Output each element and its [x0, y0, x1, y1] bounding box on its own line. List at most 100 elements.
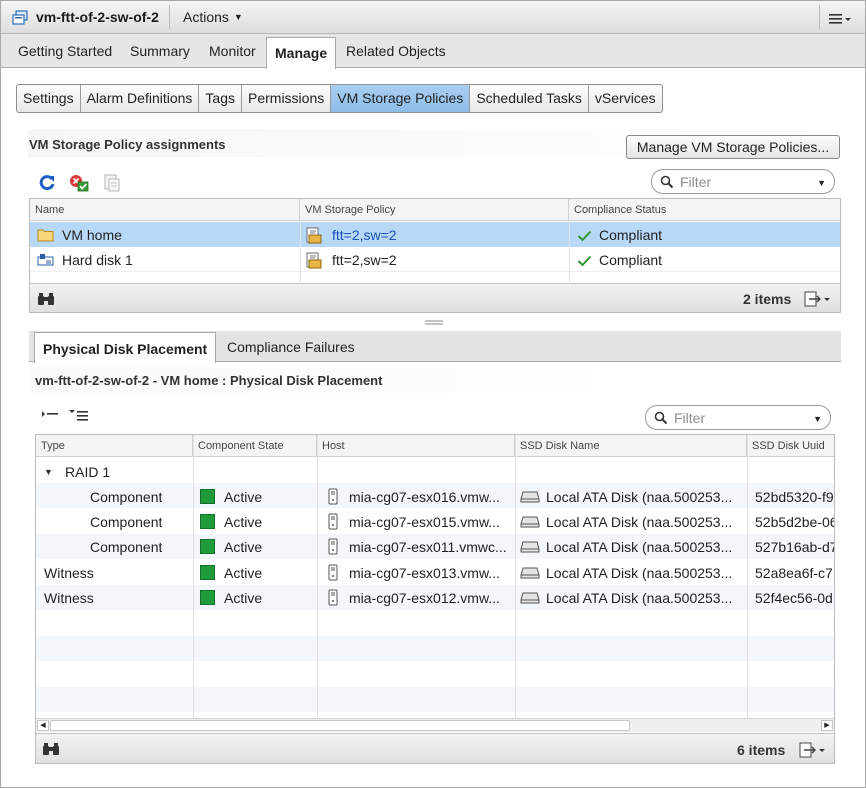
chevron-down-icon[interactable]: ▼: [817, 178, 826, 188]
collapse-all-icon[interactable]: [68, 408, 90, 423]
column-header-compliance[interactable]: Compliance Status: [569, 199, 840, 221]
assignments-filter[interactable]: Filter ▼: [651, 169, 835, 194]
pane-resize-handle[interactable]: [425, 320, 443, 326]
table-row[interactable]: Witness Active mia-cg07-esx013.vmw... Lo…: [36, 560, 834, 585]
row-type: Component: [90, 539, 163, 555]
host-server-icon: [328, 589, 338, 606]
tab-manage[interactable]: Manage: [266, 37, 337, 69]
export-icon[interactable]: [803, 291, 833, 307]
filter-placeholder: Filter: [680, 174, 712, 190]
table-row[interactable]: ▼ RAID 1: [36, 459, 834, 484]
table-footer: 2 items: [30, 283, 840, 312]
row-stripe: [36, 636, 834, 661]
title-separator: [169, 5, 170, 29]
host-server-icon: [328, 488, 338, 505]
row-ssd-name: Local ATA Disk (naa.500253...: [546, 489, 733, 505]
row-type: Witness: [44, 590, 94, 606]
table-row[interactable]: Component Active mia-cg07-esx015.vmw... …: [36, 509, 835, 534]
subtab-vservices[interactable]: vServices: [587, 85, 662, 112]
checkmark-icon: [577, 230, 592, 242]
host-server-icon: [328, 538, 338, 555]
tab-monitor[interactable]: Monitor: [209, 43, 256, 59]
column-header-ssd-disk-name[interactable]: SSD Disk Name: [515, 435, 747, 457]
row-ssd-name: Local ATA Disk (naa.500253...: [546, 590, 733, 606]
row-host: mia-cg07-esx011.vmwc...: [349, 539, 507, 555]
tab-summary[interactable]: Summary: [130, 43, 190, 59]
row-ssd-uuid: 527b16ab-d7: [755, 539, 835, 555]
subtab-permissions[interactable]: Permissions: [241, 85, 330, 112]
tab-related-objects[interactable]: Related Objects: [346, 43, 446, 59]
actions-label: Actions: [183, 9, 229, 25]
active-status-icon: [200, 489, 215, 504]
subtab-alarm-definitions[interactable]: Alarm Definitions: [79, 85, 199, 112]
disk-icon: [520, 516, 540, 528]
subtab-vm-storage-policies[interactable]: VM Storage Policies: [330, 85, 470, 112]
scroll-right-icon[interactable]: ▶: [821, 720, 833, 731]
table-row[interactable]: VM home ftt=2,sw=2 Compliant: [30, 222, 840, 247]
tab-physical-disk-placement[interactable]: Physical Disk Placement: [34, 332, 217, 363]
table-row[interactable]: Witness Active mia-cg07-esx012.vmw... Lo…: [36, 585, 834, 610]
row-state: Active: [224, 489, 263, 505]
column-header-host[interactable]: Host: [317, 435, 515, 457]
horizontal-scrollbar[interactable]: ◀ ▶: [36, 718, 834, 732]
subtab-scheduled-tasks[interactable]: Scheduled Tasks: [469, 85, 588, 112]
binoculars-icon[interactable]: [42, 742, 60, 756]
assignments-table: Name VM Storage Policy Compliance Status…: [29, 198, 841, 313]
expand-all-icon[interactable]: [41, 409, 59, 421]
scroll-left-icon[interactable]: ◀: [37, 720, 49, 731]
row-policy[interactable]: ftt=2,sw=2: [332, 247, 397, 268]
list-menu-icon[interactable]: [827, 9, 855, 27]
checkmark-icon: [577, 255, 592, 267]
assignments-title: VM Storage Policy assignments: [29, 137, 226, 152]
expand-toggle-icon[interactable]: ▼: [44, 467, 53, 477]
table-row[interactable]: Hard disk 1 ftt=2,sw=2 Compliant: [30, 247, 840, 272]
main-tabs: Getting Started Summary Monitor Manage R…: [1, 34, 865, 69]
row-stripe: [36, 687, 834, 712]
folder-icon: [37, 229, 54, 242]
column-header-name[interactable]: Name: [30, 199, 300, 221]
row-policy[interactable]: ftt=2,sw=2: [332, 222, 397, 243]
row-state: Active: [224, 590, 263, 606]
refresh-icon[interactable]: [38, 174, 56, 192]
storage-policy-icon: [306, 227, 322, 244]
hard-disk-icon: [37, 254, 54, 266]
column-header-ssd-disk-uuid[interactable]: SSD Disk Uuid: [747, 435, 834, 457]
storage-policy-icon: [306, 252, 322, 269]
item-count: 2 items: [743, 291, 792, 307]
column-header-component-state[interactable]: Component State: [193, 435, 317, 457]
search-icon: [654, 411, 668, 425]
reapply-policy-icon: [104, 174, 120, 192]
table-row[interactable]: Component Active mia-cg07-esx016.vmw... …: [36, 484, 834, 509]
chevron-down-icon[interactable]: ▼: [813, 414, 822, 424]
row-name: VM home: [62, 227, 122, 243]
check-compliance-icon[interactable]: [68, 173, 90, 193]
row-state: Active: [224, 539, 263, 555]
search-icon: [660, 175, 674, 189]
scrollbar-thumb[interactable]: [50, 720, 630, 731]
row-ssd-uuid: 52a8ea6f-c7: [755, 565, 833, 581]
tab-getting-started[interactable]: Getting Started: [18, 43, 112, 59]
disk-icon: [520, 567, 540, 579]
row-ssd-name: Local ATA Disk (naa.500253...: [546, 565, 733, 581]
subtab-settings[interactable]: Settings: [17, 85, 80, 112]
placement-filter[interactable]: Filter ▼: [645, 405, 831, 430]
row-ssd-uuid: 52b5d2be-06: [755, 514, 835, 530]
row-name: Hard disk 1: [62, 252, 133, 268]
chevron-down-icon: ▼: [233, 12, 243, 22]
column-header-policy[interactable]: VM Storage Policy: [300, 199, 569, 221]
binoculars-icon[interactable]: [37, 292, 55, 306]
export-icon[interactable]: [798, 742, 828, 758]
subtab-tags[interactable]: Tags: [198, 85, 241, 112]
column-divider: [569, 222, 570, 282]
row-state: Active: [224, 565, 263, 581]
column-header-type[interactable]: Type: [36, 435, 193, 457]
row-status: Compliant: [599, 252, 663, 268]
item-count: 6 items: [737, 742, 786, 758]
table-row[interactable]: Component Active mia-cg07-esx011.vmwc...…: [36, 534, 835, 559]
tab-compliance-failures[interactable]: Compliance Failures: [219, 331, 363, 362]
manage-vm-storage-policies-button[interactable]: Manage VM Storage Policies...: [626, 135, 840, 159]
row-type: Witness: [44, 565, 94, 581]
actions-menu[interactable]: Actions ▼: [183, 9, 243, 25]
app-window: vm-ftt-of-2-sw-of-2 Actions ▼ Getting Sta…: [0, 0, 866, 788]
row-host: mia-cg07-esx016.vmw...: [349, 489, 500, 505]
